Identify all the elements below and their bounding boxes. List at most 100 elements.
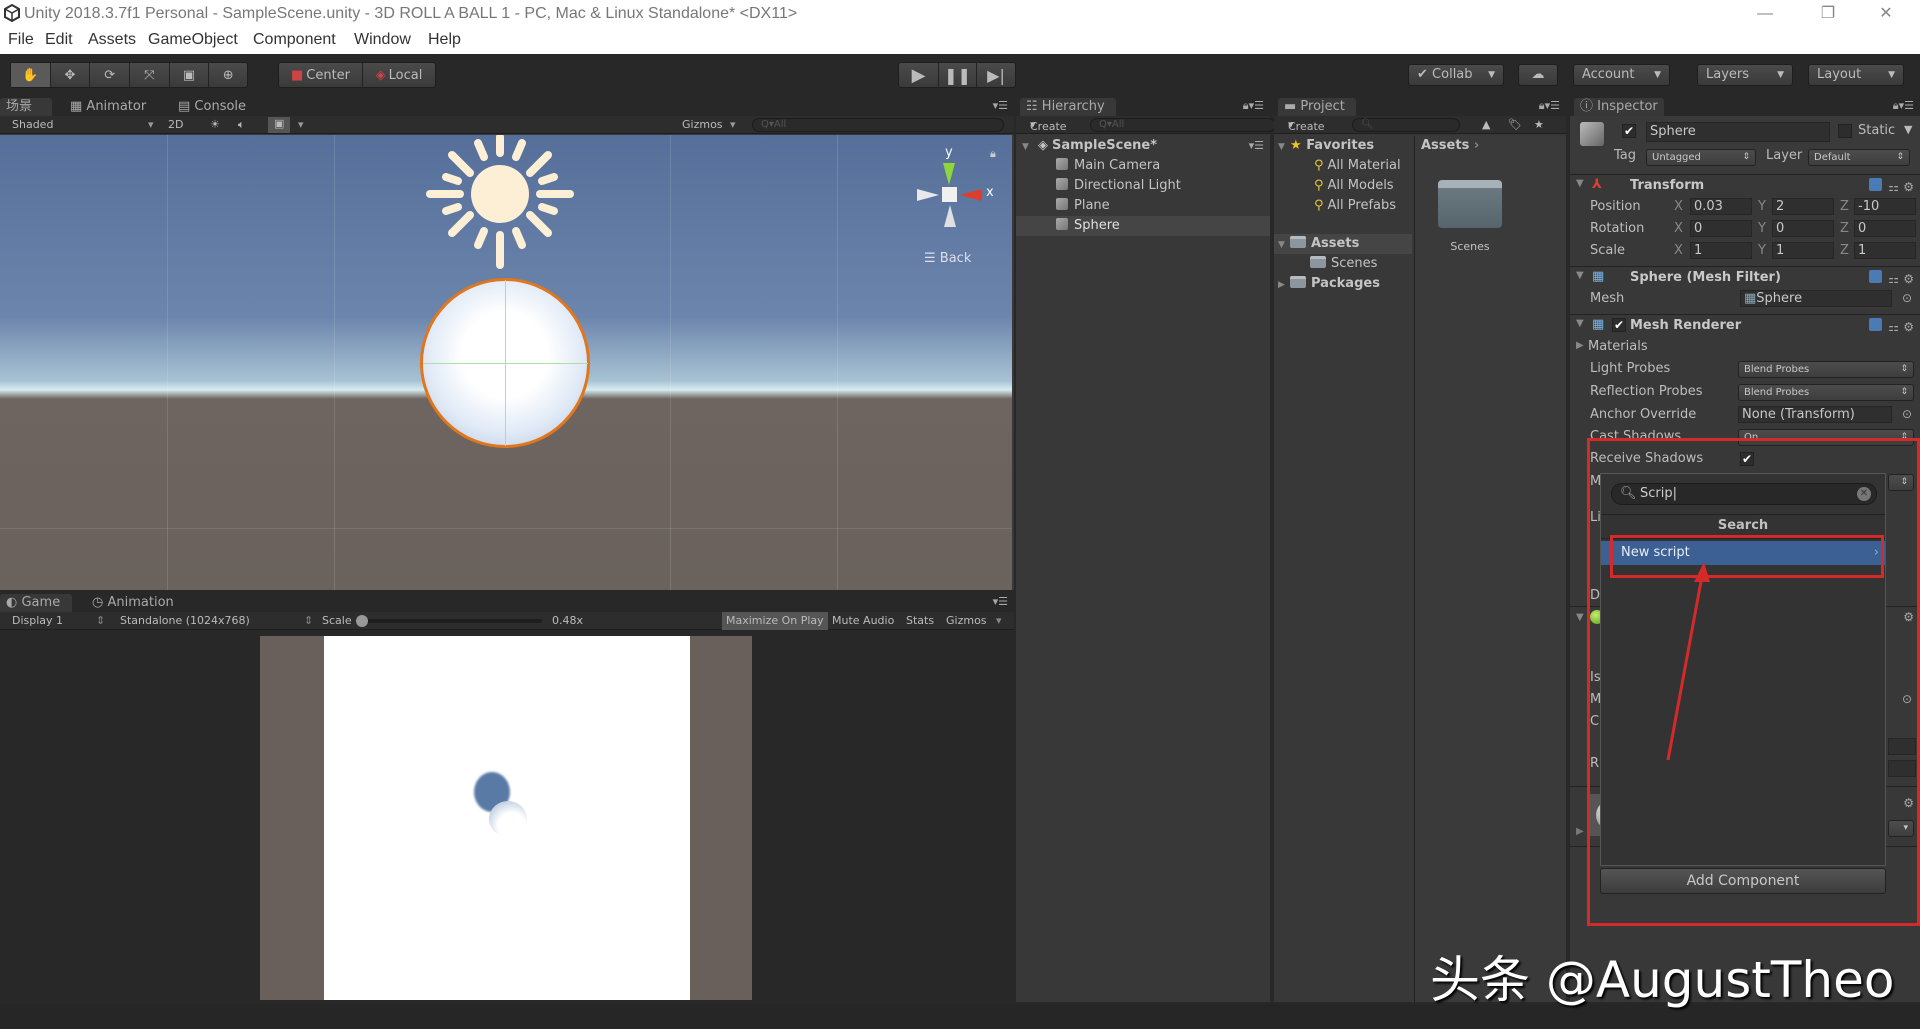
expand-triangle-icon[interactable]: ▼ (1576, 270, 1584, 281)
favorite-item[interactable]: ⚲ All Models (1274, 176, 1412, 196)
lock-menu-icon[interactable]: 🔒︎▾☰ (1539, 99, 1560, 113)
assets-row[interactable]: ▼ Assets (1274, 234, 1412, 254)
gizmo-back-label[interactable]: ☰ Back (924, 251, 971, 266)
hierarchy-item[interactable]: Directional Light (1016, 176, 1270, 196)
layers-dropdown[interactable]: Layers ▼ (1697, 64, 1793, 86)
scene-viewport[interactable]: y x 🔒︎ ☰ Back (0, 135, 1012, 590)
rotation-z-field[interactable]: 0 (1854, 220, 1916, 237)
maximize-on-play-toggle[interactable]: Maximize On Play (722, 612, 828, 630)
menu-gameobject[interactable]: GameObject (148, 31, 238, 49)
tab-project[interactable]: ▬ Project (1278, 98, 1356, 116)
menu-assets[interactable]: Assets (88, 31, 136, 49)
preset-icon[interactable]: ⚏ (1888, 272, 1899, 286)
hierarchy-create-button[interactable]: Create ▾ (1030, 118, 1067, 133)
gear-icon[interactable]: ⚙ (1903, 320, 1914, 334)
rotate-tool-button[interactable]: ⟳ (90, 63, 131, 87)
scale-tool-button[interactable]: ⤧ (130, 63, 170, 87)
mesh-renderer-header[interactable]: ▼ ▦ ✔ Mesh Renderer ⚏ ⚙ (1570, 314, 1920, 336)
light-probes-dropdown[interactable]: Blend Probes ⇕ (1738, 361, 1914, 378)
tab-animator[interactable]: ▦ Animator (64, 98, 152, 116)
collab-dropdown[interactable]: ✔ Collab ▼ (1408, 64, 1504, 86)
object-picker-icon[interactable]: ⊙ (1902, 407, 1912, 421)
mesh-field[interactable]: ▦Sphere (1740, 290, 1892, 307)
anchor-override-field[interactable]: None (Transform) (1738, 406, 1892, 423)
expand-triangle-icon[interactable]: ▼ (1022, 137, 1034, 157)
preset-icon[interactable]: ⚏ (1888, 320, 1899, 334)
scene-search-input[interactable]: Q▾All (752, 118, 1004, 132)
shading-dropdown[interactable]: Shaded (12, 118, 53, 131)
directional-light-icon[interactable] (420, 135, 580, 271)
restore-button[interactable]: ❐ (1808, 2, 1848, 26)
mesh-filter-header[interactable]: ▼ ▦ Sphere (Mesh Filter) ⚏ ⚙ (1570, 266, 1920, 288)
panel-menu-icon[interactable]: ▾☰ (993, 99, 1008, 112)
gizmo-neg-x-arrow[interactable] (917, 189, 939, 201)
pivot-center-button[interactable]: ■ Center (279, 63, 363, 87)
expand-triangle-icon[interactable]: ▶ (1576, 826, 1584, 837)
menu-help[interactable]: Help (428, 31, 461, 49)
pause-button[interactable]: ❚❚ (939, 63, 977, 87)
transform-tool-button[interactable]: ⊕ (209, 63, 247, 87)
gizmo-neg-y-arrow[interactable] (944, 205, 956, 227)
transform-header[interactable]: ▼ ⅄ Transform ⚏ ⚙ (1570, 174, 1920, 196)
gizmo-x-arrow[interactable] (960, 189, 982, 201)
hierarchy-search-input[interactable]: Q▾All (1090, 118, 1276, 132)
gear-icon[interactable]: ⚙ (1903, 180, 1914, 194)
expand-triangle-icon[interactable]: ▼ (1576, 178, 1584, 189)
position-z-field[interactable]: -10 (1854, 198, 1916, 215)
game-gizmos-dropdown[interactable]: Gizmos (946, 614, 987, 627)
menu-window[interactable]: Window (354, 31, 411, 49)
scale-x-field[interactable]: 1 (1690, 242, 1752, 259)
account-dropdown[interactable]: Account ▼ (1573, 64, 1670, 86)
rotation-y-field[interactable]: 0 (1772, 220, 1834, 237)
tab-inspector[interactable]: ⓘ Inspector (1574, 98, 1664, 116)
tag-dropdown[interactable]: Untagged ⇕ (1646, 149, 1756, 166)
search-by-label-icon[interactable]: 🏷︎ (1508, 118, 1522, 131)
tab-hierarchy[interactable]: ☷ Hierarchy (1020, 98, 1116, 116)
rect-tool-button[interactable]: ▣ (170, 63, 210, 87)
materials-row[interactable]: ▶ Materials (1570, 336, 1920, 358)
tab-game[interactable]: ◐ Game (0, 594, 72, 612)
search-by-type-icon[interactable]: ▲ (1482, 118, 1490, 131)
step-button[interactable]: ▶| (977, 63, 1015, 87)
menu-file[interactable]: File (8, 31, 34, 49)
display-dropdown[interactable]: Display 1 (12, 614, 63, 627)
component-enabled-checkbox[interactable]: ✔ (1612, 318, 1626, 332)
layout-dropdown[interactable]: Layout ▼ (1808, 64, 1904, 86)
scale-y-field[interactable]: 1 (1772, 242, 1834, 259)
project-search-input[interactable]: 🔍︎ (1352, 118, 1460, 132)
tab-scene[interactable]: 场景 (0, 98, 52, 116)
expand-triangle-icon[interactable]: ▼ (1278, 137, 1290, 157)
active-checkbox[interactable]: ✔ (1622, 124, 1636, 138)
expand-triangle-icon[interactable]: ▼ (1576, 612, 1584, 623)
audio-toggle-icon[interactable]: 🔈︎ (238, 118, 245, 132)
scale-slider[interactable] (356, 615, 542, 627)
scale-z-field[interactable]: 1 (1854, 242, 1916, 259)
panel-menu-icon[interactable]: ▾☰ (993, 595, 1008, 608)
cloud-button[interactable]: ☁ (1518, 64, 1558, 86)
gizmo-center-cube[interactable] (942, 187, 957, 202)
move-tool-button[interactable]: ✥ (51, 63, 91, 87)
hierarchy-item[interactable]: Plane (1016, 196, 1270, 216)
expand-triangle-icon[interactable]: ▶ (1576, 340, 1584, 351)
position-y-field[interactable]: 2 (1772, 198, 1834, 215)
lock-menu-icon[interactable]: 🔒︎▾☰ (1893, 99, 1914, 113)
expand-triangle-icon[interactable]: ▼ (1278, 235, 1290, 255)
favorites-star-icon[interactable]: ★ (1534, 118, 1544, 131)
project-create-button[interactable]: Create ▾ (1288, 118, 1325, 133)
game-viewport[interactable] (324, 636, 690, 1000)
position-x-field[interactable]: 0.03 (1690, 198, 1752, 215)
help-icon[interactable] (1869, 318, 1883, 331)
minimize-button[interactable]: — (1745, 2, 1785, 26)
static-checkbox[interactable] (1838, 124, 1852, 138)
2d-toggle[interactable]: 2D (168, 118, 183, 131)
play-button[interactable]: ▶ (899, 63, 939, 87)
packages-row[interactable]: ▶ Packages (1274, 274, 1412, 294)
lock-menu-icon[interactable]: 🔒︎▾☰ (1243, 99, 1264, 113)
pivot-local-button[interactable]: ◈ Local (363, 63, 435, 87)
assets-breadcrumb[interactable]: Assets › (1421, 138, 1479, 153)
layer-dropdown[interactable]: Default ⇕ (1808, 149, 1910, 166)
static-dropdown-icon[interactable]: ▼ (1904, 123, 1912, 136)
expand-triangle-icon[interactable]: ▼ (1576, 318, 1584, 329)
favorite-item[interactable]: ⚲ All Prefabs (1274, 196, 1412, 216)
lock-icon[interactable]: 🔒︎ (990, 147, 996, 161)
